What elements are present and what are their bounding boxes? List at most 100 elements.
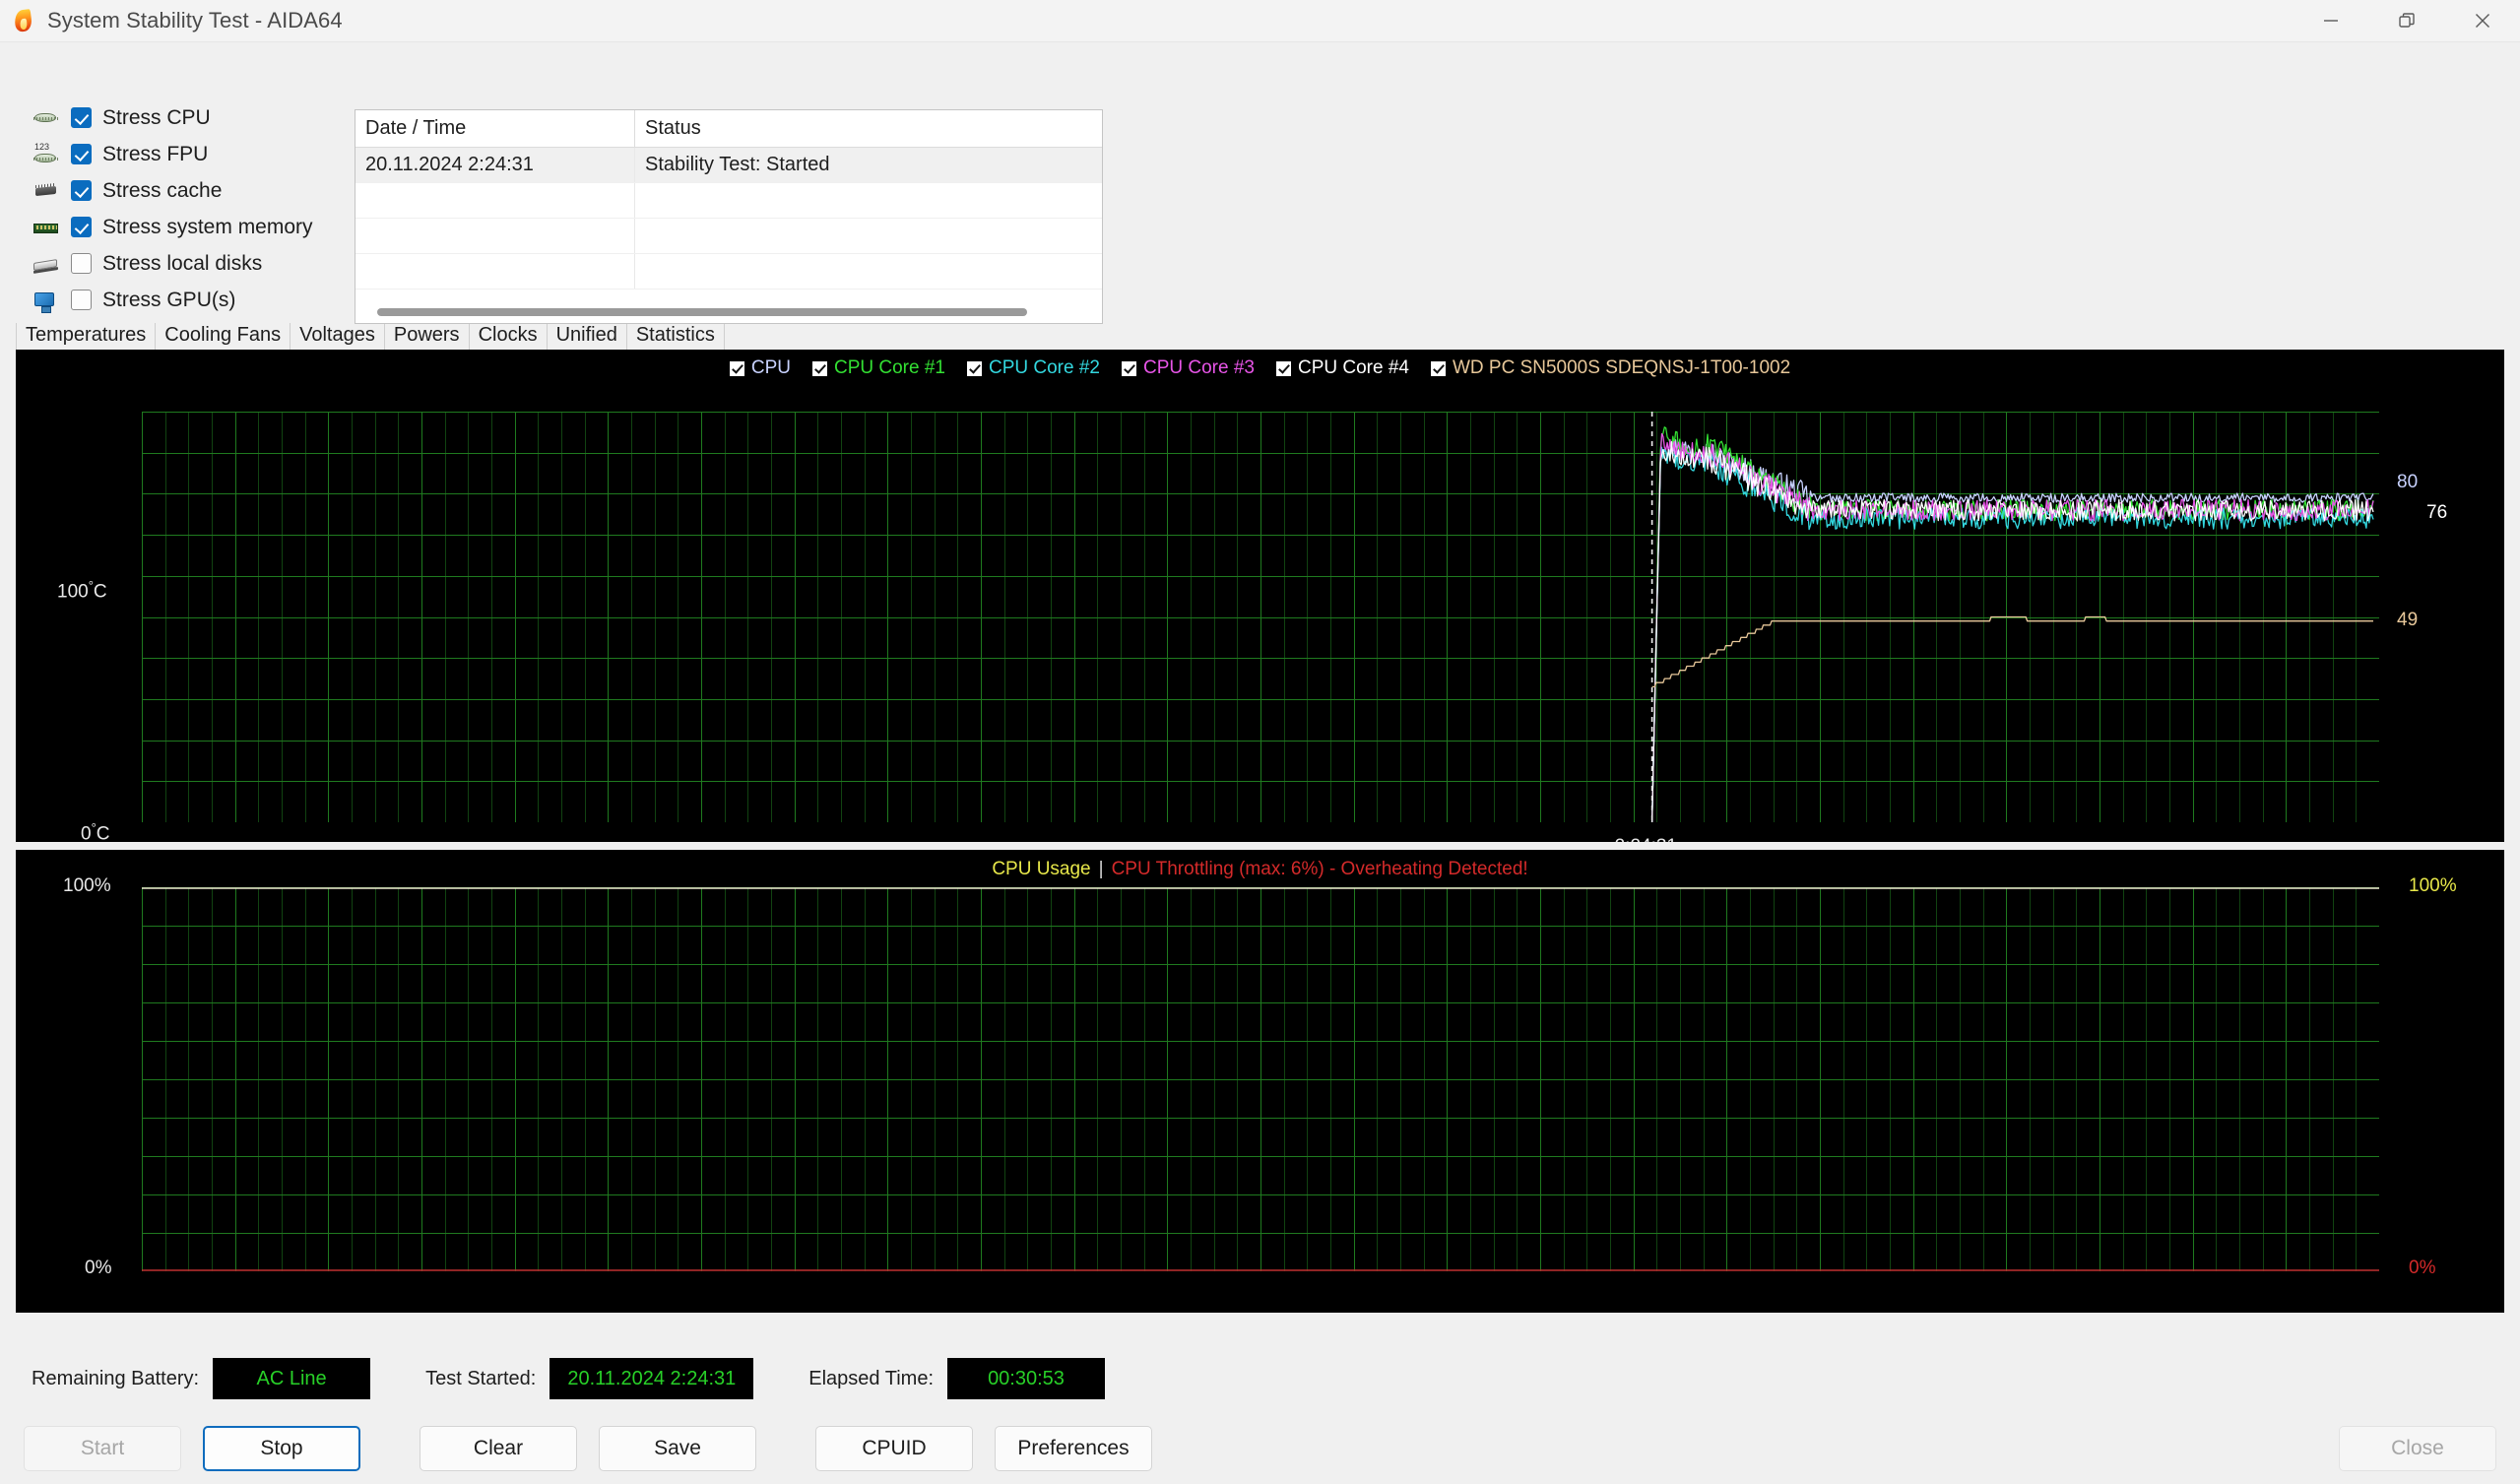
stress-option-row[interactable]: Stress cache — [32, 172, 325, 209]
stop-button[interactable]: Stop — [203, 1426, 360, 1471]
legend-label: CPU — [750, 357, 791, 378]
stress-option-checkbox[interactable] — [71, 253, 92, 274]
legend-label: WD PC SN5000S SDEQNSJ-1T00-1002 — [1452, 357, 1791, 378]
preferences-button[interactable]: Preferences — [995, 1426, 1152, 1471]
close-icon[interactable] — [2444, 0, 2520, 42]
button-bar: Start Stop Clear Save CPUID Preferences Close — [0, 1413, 2520, 1484]
legend-checkbox-icon[interactable] — [1275, 360, 1291, 376]
cpu-usage-title: CPU Usage | CPU Throttling (max: 6%) - Ove… — [16, 859, 2504, 880]
cell-datetime — [355, 183, 635, 218]
y-axis-top-label: 100°C — [57, 578, 107, 603]
stability-test-window: System Stability Test - AIDA64 Stress CP… — [0, 0, 2520, 1484]
legend-item[interactable]: WD PC SN5000S SDEQNSJ-1T00-1002 — [1430, 357, 1791, 379]
clear-button[interactable]: Clear — [420, 1426, 577, 1471]
tab-cooling-fans[interactable]: Cooling Fans — [156, 323, 291, 350]
restore-icon[interactable] — [2368, 0, 2444, 42]
title-separator: | — [1098, 859, 1104, 879]
legend-checkbox-icon[interactable] — [1121, 360, 1136, 376]
status-value: AC Line — [213, 1358, 371, 1399]
status-value: 20.11.2024 2:24:31 — [549, 1358, 754, 1399]
stress-option-checkbox[interactable] — [71, 217, 92, 237]
throttling-warning: CPU Throttling (max: 6%) - Overheating D… — [1111, 859, 1528, 879]
cell-datetime — [355, 219, 635, 253]
stress-option-row[interactable]: 123 Stress FPU — [32, 136, 325, 172]
status-value: 00:30:53 — [947, 1358, 1105, 1399]
legend-label: CPU Core #4 — [1297, 357, 1409, 378]
cpu-usage-label: CPU Usage — [992, 859, 1091, 879]
stress-options-list: Stress CPU 123 Stress FPU Stress cache Stres… — [0, 42, 325, 318]
window-controls — [2293, 0, 2520, 42]
stress-option-label: Stress FPU — [102, 142, 209, 165]
legend-item[interactable]: CPU Core #2 — [966, 357, 1100, 379]
start-button: Start — [24, 1426, 181, 1471]
close-button: Close — [2339, 1426, 2496, 1471]
cpuid-button[interactable]: CPUID — [815, 1426, 973, 1471]
stress-option-checkbox[interactable] — [71, 290, 92, 310]
legend-item[interactable]: CPU Core #4 — [1275, 357, 1409, 379]
log-horizontal-scrollbar[interactable] — [355, 301, 1102, 323]
status-label: Remaining Battery: — [32, 1367, 200, 1389]
scrollbar-thumb[interactable] — [377, 308, 1027, 316]
table-row[interactable]: 20.11.2024 2:24:31 Stability Test: Starte… — [355, 148, 1102, 183]
charts-area: CPU CPU Core #1 CPU Core #2 CPU Core #3 CPU … — [0, 350, 2520, 1344]
temperatures-chart-panel: CPU CPU Core #1 CPU Core #2 CPU Core #3 CPU … — [16, 350, 2504, 842]
cache-chip-icon — [32, 179, 61, 203]
window-title: System Stability Test - AIDA64 — [47, 8, 343, 32]
legend-label: CPU Core #1 — [833, 357, 945, 378]
legend-item[interactable]: CPU Core #1 — [811, 357, 945, 379]
gpu-monitor-icon — [32, 289, 61, 313]
hard-disk-icon — [32, 252, 61, 276]
cpu-usage-plot — [142, 887, 2379, 1271]
status-bar: Remaining Battery: AC Line Test Started: 20… — [0, 1344, 2520, 1413]
series-value-label: 49 — [2397, 609, 2419, 630]
memory-module-icon — [32, 216, 61, 239]
tab-statistics[interactable]: Statistics — [627, 323, 725, 350]
time-marker-label: 2:24:31 — [1615, 836, 1677, 842]
stress-option-label: Stress cache — [102, 178, 223, 202]
tab-clocks[interactable]: Clocks — [470, 323, 548, 350]
usage-y-bottom-label: 0% — [85, 1258, 112, 1278]
legend-checkbox-icon[interactable] — [966, 360, 982, 376]
column-header-datetime: Date / Time — [355, 110, 635, 147]
table-row[interactable] — [355, 254, 1102, 290]
stress-option-label: Stress CPU — [102, 105, 211, 129]
stress-option-label: Stress local disks — [102, 251, 263, 275]
stress-option-row[interactable]: Stress GPU(s) — [32, 282, 325, 318]
legend-checkbox-icon[interactable] — [1430, 360, 1446, 376]
tab-unified[interactable]: Unified — [548, 323, 627, 350]
legend-item[interactable]: CPU — [729, 357, 791, 379]
cell-status — [635, 254, 1102, 289]
title-bar: System Stability Test - AIDA64 — [0, 0, 2520, 42]
stress-option-row[interactable]: Stress local disks — [32, 245, 325, 282]
log-rows: 20.11.2024 2:24:31 Stability Test: Starte… — [355, 148, 1102, 290]
column-header-status: Status — [645, 117, 701, 139]
legend-label: CPU Core #2 — [988, 357, 1100, 378]
stress-option-row[interactable]: Stress system memory — [32, 209, 325, 245]
table-row[interactable] — [355, 219, 1102, 254]
minimize-icon[interactable] — [2293, 0, 2368, 42]
options-panel: Stress CPU 123 Stress FPU Stress cache Stres… — [0, 42, 2520, 324]
tab-powers[interactable]: Powers — [385, 323, 470, 350]
save-button[interactable]: Save — [599, 1426, 756, 1471]
cell-status — [635, 219, 1102, 253]
cpu-usage-chart-panel: CPU Usage | CPU Throttling (max: 6%) - Ove… — [16, 850, 2504, 1313]
cpu-chip-icon — [32, 106, 61, 130]
series-value-label: 76 — [2426, 502, 2448, 524]
tab-temperatures[interactable]: Temperatures — [16, 323, 157, 350]
legend-checkbox-icon[interactable] — [729, 360, 744, 376]
legend-label: CPU Core #3 — [1142, 357, 1255, 378]
stress-option-row[interactable]: Stress CPU — [32, 99, 325, 136]
legend-checkbox-icon[interactable] — [811, 360, 827, 376]
stress-option-checkbox[interactable] — [71, 180, 92, 201]
cell-datetime — [355, 254, 635, 289]
flame-icon — [11, 8, 36, 33]
stress-option-checkbox[interactable] — [71, 107, 92, 128]
stress-option-label: Stress system memory — [102, 215, 313, 238]
temperature-legend: CPU CPU Core #1 CPU Core #2 CPU Core #3 CPU … — [16, 357, 2504, 379]
usage-y-bottom-label-right: 0% — [2409, 1258, 2436, 1278]
temperature-plot — [142, 412, 2379, 822]
table-row[interactable] — [355, 183, 1102, 219]
stress-option-checkbox[interactable] — [71, 144, 92, 164]
legend-item[interactable]: CPU Core #3 — [1121, 357, 1255, 379]
tab-voltages[interactable]: Voltages — [291, 323, 385, 350]
